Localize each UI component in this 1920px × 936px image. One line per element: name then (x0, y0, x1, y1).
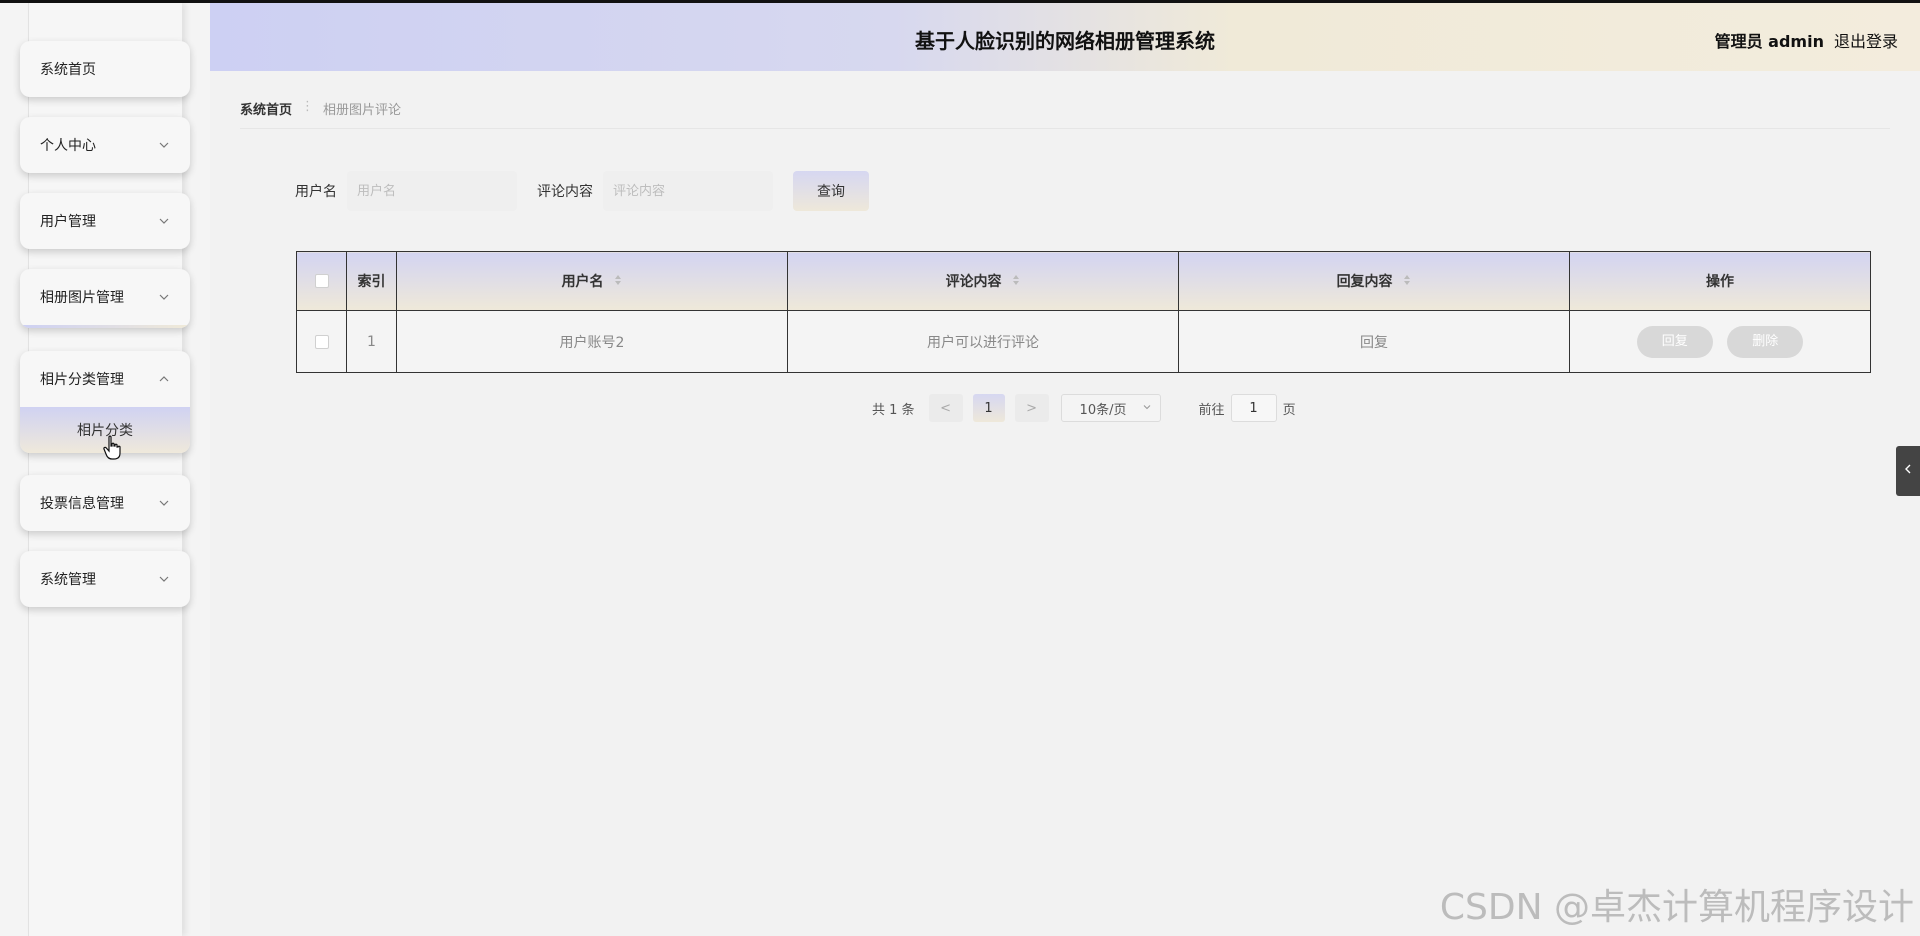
goto-page-input[interactable] (1230, 394, 1277, 422)
goto-label: 前往 (1198, 402, 1225, 418)
query-button[interactable]: 查询 (793, 171, 869, 211)
app-header: 基于人脸识别的网络相册管理系统 管理员 admin 退出登录 (210, 3, 1920, 71)
cell-comment: 用户可以进行评论 (787, 310, 1179, 373)
chevron-down-icon (158, 291, 170, 303)
sidebar-item-label: 相册图片管理 (40, 290, 124, 306)
page-size-select[interactable]: 10条/页 (1060, 394, 1161, 422)
column-header-username[interactable]: 用户名 (396, 251, 788, 311)
breadcrumb-current: 相册图片评论 (323, 103, 402, 118)
app-title: 基于人脸识别的网络相册管理系统 (915, 29, 1215, 53)
chevron-up-icon (158, 373, 170, 385)
row-select-cell[interactable] (296, 310, 347, 373)
select-all-cell[interactable] (296, 251, 347, 311)
column-header-label: 用户名 (561, 274, 604, 290)
chevron-down-icon (158, 497, 170, 509)
column-header-comment[interactable]: 评论内容 (787, 251, 1179, 311)
reply-button[interactable]: 回复 (1636, 325, 1713, 358)
watermark: CSDN @卓杰计算机程序设计 (1439, 887, 1914, 928)
cell-actions: 回复 删除 (1569, 310, 1871, 373)
page-number-button[interactable]: 1 (972, 394, 1005, 422)
delete-button[interactable]: 删除 (1727, 325, 1804, 358)
page-suffix: 页 (1282, 402, 1296, 418)
sidebar-item-label: 投票信息管理 (40, 496, 124, 512)
sidebar-item-label: 用户管理 (40, 214, 96, 230)
comment-label: 评论内容 (537, 184, 593, 200)
pagination: 共 1 条 < 1 > 10条/页 前往 页 (872, 393, 1296, 423)
chevron-down-icon (158, 215, 170, 227)
page: 系统首页 个人中心 用户管理 相册图片管理 相片分类管理 相片分类 投票信息管理… (0, 0, 1920, 936)
prev-page-button[interactable]: < (928, 394, 963, 422)
sidebar-item-vote-management[interactable]: 投票信息管理 (20, 475, 190, 531)
next-page-button[interactable]: > (1014, 394, 1049, 422)
cell-username: 用户账号2 (396, 310, 788, 373)
pagination-total: 共 1 条 (872, 402, 915, 418)
hand-cursor-icon (102, 435, 124, 461)
breadcrumb: 系统首页 ⋮ 相册图片评论 (240, 99, 1890, 129)
sidebar-item-system-management[interactable]: 系统管理 (20, 551, 190, 607)
sort-icon[interactable] (1012, 274, 1020, 290)
logout-link[interactable]: 退出登录 (1834, 28, 1898, 52)
search-form: 用户名 评论内容 查询 (295, 171, 869, 211)
cell-index: 1 (346, 310, 397, 373)
column-header-index: 索引 (346, 251, 397, 311)
sidebar-item-album-image-management[interactable]: 相册图片管理 (20, 269, 190, 328)
username-input[interactable] (347, 171, 517, 211)
username-label: 用户名 (295, 184, 337, 200)
sidebar-item-personal-center[interactable]: 个人中心 (20, 117, 190, 173)
chevron-down-icon (1142, 401, 1152, 416)
header-user-area: 管理员 admin 退出登录 (1715, 28, 1898, 52)
sidebar-item-home[interactable]: 系统首页 (20, 41, 190, 97)
current-user: 管理员 admin (1714, 32, 1824, 51)
select-all-checkbox[interactable] (314, 274, 329, 288)
comments-table: 索引 用户名 评论内容 回复内容 操作 1 用户账号2 用户可以进行评论 回复 … (296, 251, 1871, 373)
column-header-label: 回复内容 (1336, 274, 1393, 290)
page-size-value: 10条/页 (1079, 402, 1127, 418)
active-underline (20, 325, 190, 328)
chevron-down-icon (158, 139, 170, 151)
sidebar-item-label: 个人中心 (40, 138, 96, 154)
sidebar-item-user-management[interactable]: 用户管理 (20, 193, 190, 249)
sidebar-item-label: 系统管理 (40, 572, 96, 588)
column-header-actions: 操作 (1569, 251, 1871, 311)
table-header-row: 索引 用户名 评论内容 回复内容 操作 (296, 251, 1871, 311)
column-header-reply[interactable]: 回复内容 (1178, 251, 1570, 311)
chevron-down-icon (158, 573, 170, 585)
breadcrumb-home[interactable]: 系统首页 (240, 99, 292, 118)
sidebar-item-label: 相片分类管理 (40, 372, 124, 388)
side-panel-toggle[interactable] (1896, 446, 1920, 496)
table-row: 1 用户账号2 用户可以进行评论 回复 回复 删除 (296, 310, 1871, 373)
breadcrumb-separator: ⋮ (301, 99, 315, 114)
sidebar: 系统首页 个人中心 用户管理 相册图片管理 相片分类管理 相片分类 投票信息管理… (0, 3, 210, 936)
cell-reply: 回复 (1178, 310, 1570, 373)
column-header-label: 评论内容 (945, 274, 1002, 290)
sort-icon[interactable] (1403, 274, 1411, 290)
sort-icon[interactable] (614, 274, 622, 290)
comment-input[interactable] (603, 171, 773, 211)
row-checkbox[interactable] (314, 334, 329, 349)
chevron-left-icon (1903, 463, 1913, 479)
sidebar-item-label: 系统首页 (40, 62, 96, 78)
